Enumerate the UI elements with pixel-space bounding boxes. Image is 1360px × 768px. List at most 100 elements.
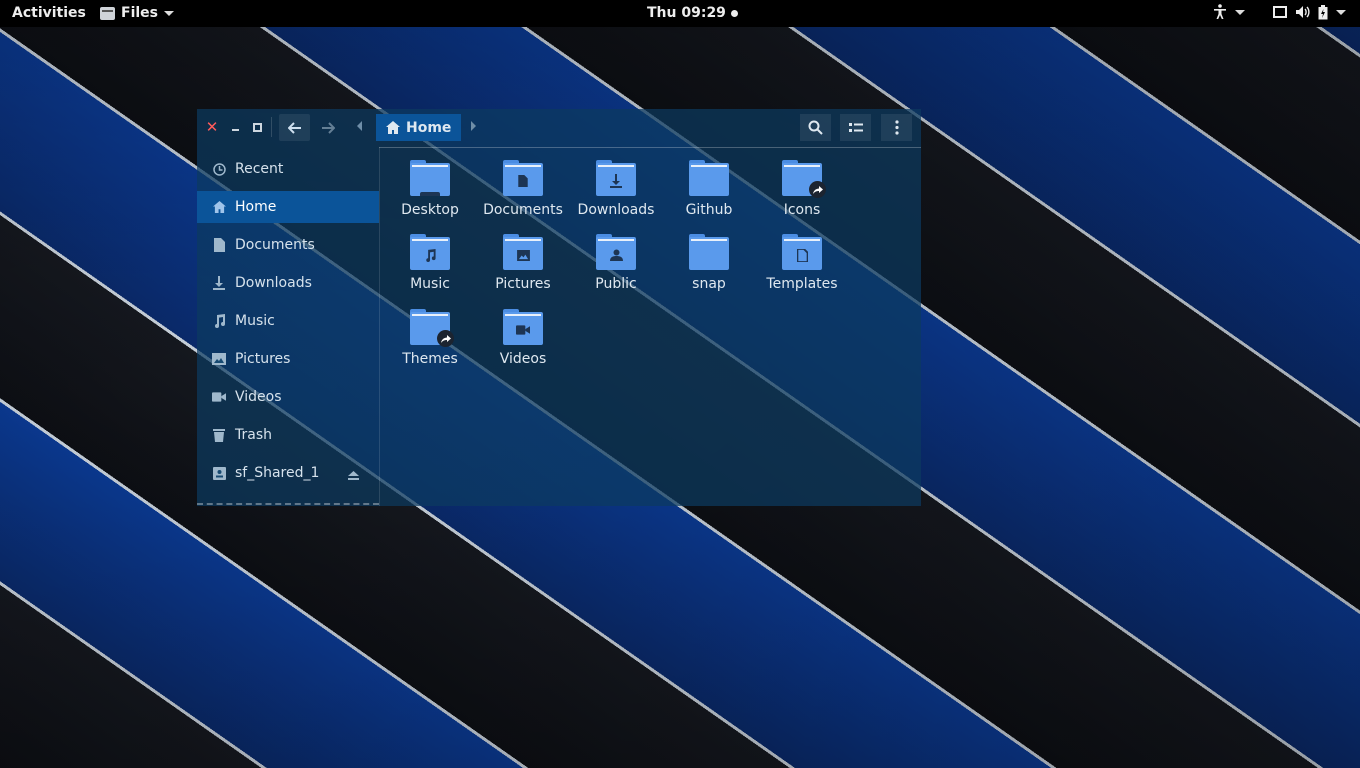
view-toggle-button[interactable] — [840, 114, 871, 141]
activities-button[interactable]: Activities — [12, 5, 86, 21]
folder-music-icon — [410, 234, 450, 270]
file-name: Github — [685, 202, 733, 218]
accessibility-icon — [1214, 4, 1226, 19]
folder-item-music[interactable]: Music — [384, 224, 476, 294]
folder-item-videos[interactable]: Videos — [477, 299, 569, 369]
file-grid: Desktop Documents Downloads Github Icons… — [380, 148, 921, 506]
trash-icon — [212, 428, 226, 442]
sidebar-item-pictures[interactable]: Pictures — [197, 343, 379, 375]
notification-dot-icon — [730, 9, 738, 17]
chevron-down-icon — [1336, 9, 1346, 15]
file-name: Downloads — [577, 202, 655, 218]
video-icon — [212, 390, 226, 404]
breadcrumb-home-label: Home — [406, 119, 452, 136]
download-icon — [212, 276, 226, 290]
eject-button[interactable] — [348, 468, 359, 484]
back-button[interactable] — [279, 114, 310, 141]
home-icon — [386, 121, 400, 134]
folder-item-downloads[interactable]: Downloads — [570, 150, 662, 220]
chevron-down-icon — [164, 10, 174, 16]
top-panel: Activities Files Thu 09:29 — [0, 0, 1360, 27]
breadcrumb-scroll-right[interactable] — [471, 121, 476, 131]
sidebar-item-label: Pictures — [235, 351, 291, 367]
forward-button[interactable] — [312, 114, 343, 141]
close-window-button[interactable]: ✕ — [203, 118, 221, 136]
maximize-window-button[interactable] — [248, 118, 266, 136]
sidebar-item-label: Trash — [235, 427, 272, 443]
sidebar-item-recent[interactable]: Recent — [197, 153, 379, 185]
more-vertical-icon — [894, 120, 899, 135]
file-name: snap — [692, 276, 726, 292]
clock-label: Thu 09:29 — [647, 5, 726, 21]
breadcrumb-home[interactable]: Home — [376, 114, 461, 141]
folder-icon — [689, 234, 729, 270]
sidebar-item-videos[interactable]: Videos — [197, 381, 379, 413]
file-name: Desktop — [401, 202, 459, 218]
app-menu-label: Files — [121, 5, 158, 21]
sidebar-item-label: Downloads — [235, 275, 312, 291]
folder-item-themes[interactable]: Themes — [384, 299, 476, 369]
file-name: Documents — [483, 202, 563, 218]
document-icon — [212, 238, 226, 252]
folder-item-snap[interactable]: snap — [663, 224, 755, 294]
folder-item-documents[interactable]: Documents — [477, 150, 569, 220]
folder-item-public[interactable]: Public — [570, 224, 662, 294]
header-bar: ✕ Home — [197, 109, 921, 146]
file-name: Pictures — [495, 276, 551, 292]
menu-button[interactable] — [881, 114, 912, 141]
volume-icon — [1296, 6, 1310, 18]
arrow-right-icon — [321, 121, 335, 134]
file-name: Templates — [766, 276, 838, 292]
file-name: Public — [595, 276, 637, 292]
folder-picture-icon — [503, 234, 543, 270]
folder-document-icon — [503, 160, 543, 196]
sidebar-item-trash[interactable]: Trash — [197, 419, 379, 451]
sidebar-item-music[interactable]: Music — [197, 305, 379, 337]
sidebar-item-label: sf_Shared_1 — [235, 465, 320, 481]
sidebar-item-label: Home — [235, 199, 277, 215]
sidebar: Recent Home Documents Downloads Music Pi… — [197, 149, 379, 506]
file-name: Music — [410, 276, 450, 292]
drive-icon — [212, 466, 226, 480]
file-name: Icons — [783, 202, 821, 218]
files-app-icon — [100, 6, 115, 20]
search-button[interactable] — [800, 114, 831, 141]
app-menu[interactable]: Files — [100, 5, 174, 21]
sidebar-item-downloads[interactable]: Downloads — [197, 267, 379, 299]
breadcrumb-scroll-left[interactable] — [357, 121, 362, 131]
folder-link-icon — [782, 160, 826, 198]
sidebar-scroll-edge — [197, 503, 379, 507]
sidebar-item-home[interactable]: Home — [197, 191, 379, 223]
minimize-window-button[interactable] — [226, 118, 244, 136]
folder-link-icon — [410, 309, 454, 347]
folder-item-icons[interactable]: Icons — [756, 150, 848, 220]
folder-item-github[interactable]: Github — [663, 150, 755, 220]
sidebar-item-label: Recent — [235, 161, 284, 177]
picture-icon — [212, 352, 226, 366]
sidebar-item-sf-shared-1[interactable]: sf_Shared_1 — [197, 457, 379, 489]
home-icon — [212, 200, 226, 214]
folder-icon — [410, 160, 450, 196]
sidebar-item-documents[interactable]: Documents — [197, 229, 379, 261]
folder-item-templates[interactable]: Templates — [756, 224, 848, 294]
folder-video-icon — [503, 309, 543, 345]
arrow-left-icon — [287, 121, 301, 134]
file-name: Themes — [402, 351, 458, 367]
clock-icon — [212, 162, 226, 176]
header-separator — [271, 117, 272, 137]
eject-icon — [348, 471, 359, 480]
close-icon: ✕ — [205, 118, 219, 136]
system-menu[interactable] — [1273, 4, 1346, 20]
screen-icon — [1273, 5, 1287, 18]
music-icon — [212, 314, 226, 328]
chevron-down-icon — [1235, 9, 1245, 15]
folder-item-desktop[interactable]: Desktop — [384, 150, 476, 220]
sidebar-item-label: Videos — [235, 389, 282, 405]
accessibility-menu[interactable] — [1213, 4, 1245, 20]
sidebar-item-label: Music — [235, 313, 275, 329]
sidebar-item-label: Documents — [235, 237, 315, 253]
folder-icon — [689, 160, 729, 196]
clock[interactable]: Thu 09:29 — [647, 5, 738, 21]
folder-item-pictures[interactable]: Pictures — [477, 224, 569, 294]
list-view-icon — [848, 122, 863, 132]
